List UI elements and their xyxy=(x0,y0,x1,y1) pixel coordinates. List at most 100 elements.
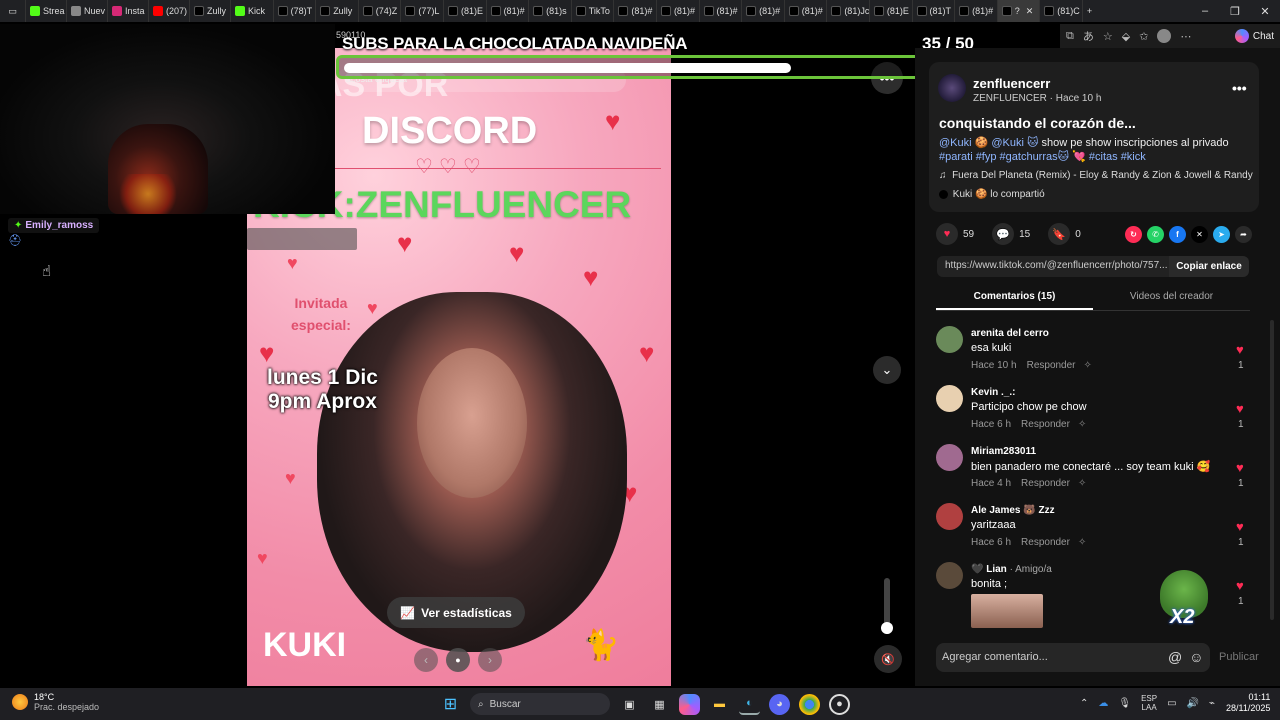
emoji-icon[interactable]: ☺ xyxy=(1189,649,1203,665)
browser-tab[interactable]: (207) xyxy=(149,0,190,22)
comment-like-button[interactable]: ♥ xyxy=(1236,578,1244,593)
react-icon[interactable]: ✧ xyxy=(1078,478,1086,489)
carousel-prev-button[interactable]: ‹ xyxy=(414,648,438,672)
telegram-icon[interactable]: ➤ xyxy=(1213,225,1230,243)
reply-button[interactable]: Responder xyxy=(1021,419,1070,430)
reply-button[interactable]: Responder xyxy=(1021,478,1070,489)
comment-like-button[interactable]: ♥ xyxy=(1236,519,1244,534)
open-in-app-icon[interactable]: ⧉ xyxy=(1066,30,1074,43)
windows-start-icon[interactable]: ⊞ xyxy=(440,694,461,715)
browser-tab[interactable]: Strea xyxy=(26,0,67,22)
comment-button[interactable]: 💬 15 xyxy=(992,223,1030,245)
save-button[interactable]: 🔖 0 xyxy=(1048,223,1081,245)
close-window-button[interactable]: ✕ xyxy=(1250,0,1280,22)
copilot-app-icon[interactable] xyxy=(679,693,700,715)
onedrive-icon[interactable]: ☁ xyxy=(1098,698,1108,709)
share-icon[interactable]: ➦ xyxy=(1235,225,1252,243)
browser-tab[interactable]: Zully xyxy=(316,0,359,22)
obs-app-icon[interactable]: ● xyxy=(829,693,850,715)
comment-avatar[interactable] xyxy=(936,562,963,589)
microphone-icon[interactable]: 🎙 xyxy=(1118,698,1131,709)
battery-icon[interactable]: ⌁ xyxy=(1209,698,1215,709)
file-explorer-icon[interactable]: ▬ xyxy=(709,694,730,715)
post-hashtags[interactable]: #parati #fyp #gatchurras🐱 💘 #citas #kick xyxy=(939,151,1146,163)
chevron-up-icon[interactable]: ⌃ xyxy=(1080,698,1088,709)
browser-tab[interactable]: (78)T xyxy=(274,0,317,22)
comment-avatar[interactable] xyxy=(936,444,963,471)
comment-username[interactable]: Kevin ._.: xyxy=(971,387,1015,398)
repost-icon[interactable]: ↻ xyxy=(1125,225,1142,243)
comment-username[interactable]: 🖤 Lian · Amigo/a xyxy=(971,564,1052,575)
volume-icon[interactable]: 🔊 xyxy=(1187,698,1199,709)
reply-button[interactable]: Responder xyxy=(1027,360,1076,371)
author-avatar[interactable] xyxy=(938,74,966,102)
browser-tab[interactable]: (74)Z xyxy=(359,0,402,22)
taskbar-search[interactable]: ⌕ Buscar xyxy=(470,693,610,715)
react-icon[interactable]: ✧ xyxy=(1078,537,1086,548)
mention-icon[interactable]: @ xyxy=(1168,649,1182,665)
carousel-dot[interactable]: ● xyxy=(446,648,470,672)
browser-tab[interactable]: (77)L xyxy=(401,0,444,22)
browser-tab[interactable]: Zully xyxy=(190,0,231,22)
browser-tab[interactable]: (81)# xyxy=(700,0,743,22)
translate-icon[interactable]: あ xyxy=(1083,28,1094,44)
reply-button[interactable]: Responder xyxy=(1021,537,1070,548)
favorites-icon[interactable]: ✩ xyxy=(1139,30,1148,43)
comment-avatar[interactable] xyxy=(936,326,963,353)
react-icon[interactable]: ✧ xyxy=(1078,419,1086,430)
browser-tab[interactable]: Insta xyxy=(108,0,149,22)
browser-tab[interactable]: (81)# xyxy=(742,0,785,22)
volume-knob[interactable] xyxy=(881,622,893,634)
copy-link-button[interactable]: Copiar enlace xyxy=(1169,256,1249,277)
profile-avatar-icon[interactable] xyxy=(1157,29,1172,43)
tab-creator-videos[interactable]: Videos del creador xyxy=(1093,287,1250,310)
browser-tab[interactable]: TikTo xyxy=(572,0,615,22)
extensions-icon[interactable]: ⬙ xyxy=(1122,30,1130,43)
new-tab-button[interactable]: + xyxy=(1083,0,1096,22)
browser-tab[interactable]: (81)E xyxy=(870,0,913,22)
comment-like-button[interactable]: ♥ xyxy=(1236,401,1244,416)
language-indicator[interactable]: ESP LAA xyxy=(1141,694,1157,712)
comment-image[interactable] xyxy=(971,594,1043,628)
clock[interactable]: 01:11 28/11/2025 xyxy=(1226,692,1270,714)
store-icon[interactable]: ▦ xyxy=(649,694,670,715)
close-tab-icon[interactable]: ✕ xyxy=(1026,6,1034,17)
copilot-chat-button[interactable]: Chat xyxy=(1234,29,1274,43)
browser-tab[interactable]: (81)# xyxy=(955,0,998,22)
edge-browser-icon[interactable]: ◐ xyxy=(739,694,760,715)
browser-tab[interactable]: (81)C xyxy=(1040,0,1083,22)
next-post-button[interactable]: ⌄ xyxy=(873,356,901,384)
view-stats-button[interactable]: 📈 Ver estadísticas xyxy=(387,597,525,628)
browser-tab[interactable]: ? ✕ xyxy=(997,0,1041,22)
comment-username[interactable]: Ale James 🐻 Zzz xyxy=(971,505,1055,516)
comment-like-button[interactable]: ♥ xyxy=(1236,342,1244,357)
tab-comments[interactable]: Comentarios (15) xyxy=(936,287,1093,310)
favorite-star-icon[interactable]: ☆ xyxy=(1103,30,1113,43)
post-mentions[interactable]: @Kuki 🍪 @Kuki 🐱 xyxy=(939,137,1038,149)
browser-tab[interactable]: Nuev xyxy=(67,0,108,22)
browser-tab[interactable]: (81)s xyxy=(529,0,572,22)
carousel-next-button[interactable]: › xyxy=(478,648,502,672)
comment-avatar[interactable] xyxy=(936,385,963,412)
comment-username[interactable]: Miriam283011 xyxy=(971,446,1036,457)
browser-tab[interactable]: (81)# xyxy=(785,0,828,22)
task-view-icon[interactable]: ▣ xyxy=(619,694,640,715)
mute-button[interactable]: 🔇 xyxy=(874,645,902,673)
browser-tab[interactable]: (81)E xyxy=(444,0,487,22)
comment-avatar[interactable] xyxy=(936,503,963,530)
browser-tab[interactable]: (81)T xyxy=(913,0,956,22)
chrome-app-icon[interactable] xyxy=(799,693,820,715)
weather-widget[interactable]: 18°C Prac. despejado xyxy=(12,692,99,712)
x-icon[interactable]: ✕ xyxy=(1191,225,1208,243)
tab-actions-button[interactable]: ▭ xyxy=(0,0,26,22)
menu-dots-icon[interactable]: ⋯ xyxy=(1180,30,1191,43)
author-more-button[interactable]: ••• xyxy=(1232,80,1247,96)
monitor-icon[interactable]: ▭ xyxy=(1167,698,1176,709)
comment-like-button[interactable]: ♥ xyxy=(1236,460,1244,475)
author-username[interactable]: zenfluencerr xyxy=(973,76,1050,91)
browser-tab[interactable]: (81)# xyxy=(614,0,657,22)
publish-button[interactable]: Publicar xyxy=(1219,651,1259,663)
whatsapp-icon[interactable]: ✆ xyxy=(1147,225,1164,243)
comments-scrollbar[interactable] xyxy=(1270,320,1274,620)
browser-tab[interactable]: Kick xyxy=(231,0,274,22)
